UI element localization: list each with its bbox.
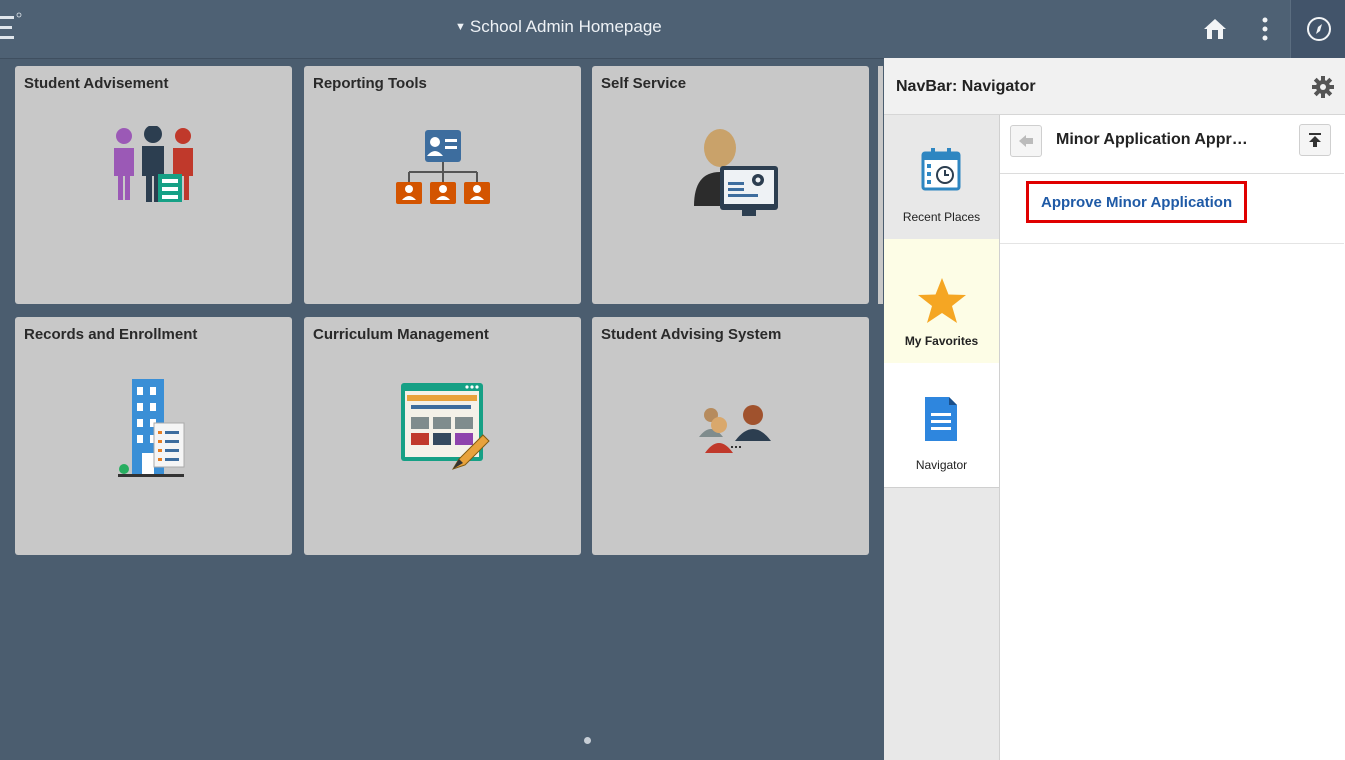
tile-partial-edge bbox=[878, 66, 883, 304]
page-indicator-dot[interactable] bbox=[584, 737, 591, 744]
building-document-icon bbox=[117, 379, 184, 477]
home-button[interactable] bbox=[1195, 0, 1235, 58]
tile-label: Curriculum Management bbox=[313, 326, 489, 343]
actions-menu-button[interactable] bbox=[1250, 0, 1280, 58]
tile-label: Student Advisement bbox=[24, 75, 169, 92]
tile-label: Records and Enrollment bbox=[24, 326, 198, 343]
rail-item-label: Navigator bbox=[915, 458, 968, 472]
tile-self-service[interactable]: Self Service bbox=[592, 66, 869, 304]
caret-down-icon: ▼ bbox=[455, 21, 466, 33]
navigator-content: Minor Application Appr… Approve Minor Ap… bbox=[1000, 115, 1345, 760]
compass-icon bbox=[1306, 17, 1331, 41]
navigator-header: Minor Application Appr… bbox=[1000, 115, 1344, 174]
rail-item-my-favorites[interactable]: My Favorites bbox=[884, 239, 999, 364]
tile-student-advising-system[interactable]: Student Advising System bbox=[592, 317, 869, 555]
navbar-panel: NavBar: Navigator Recent Places My Favor… bbox=[884, 58, 1345, 760]
arrow-left-icon bbox=[1019, 135, 1033, 147]
people-group-icon bbox=[114, 126, 193, 202]
org-chart-icon bbox=[395, 130, 490, 204]
back-to-top-button[interactable] bbox=[1299, 124, 1331, 156]
back-button[interactable] bbox=[1010, 125, 1042, 157]
home-icon bbox=[1204, 19, 1226, 39]
tile-reporting-tools[interactable]: Reporting Tools bbox=[304, 66, 581, 304]
rail-item-label: Recent Places bbox=[902, 210, 981, 224]
tile-curriculum-management[interactable]: Curriculum Management bbox=[304, 317, 581, 555]
person-monitor-icon bbox=[694, 129, 778, 216]
rail-item-label: My Favorites bbox=[904, 334, 979, 348]
page-title[interactable]: ▼ School Admin Homepage bbox=[455, 17, 662, 37]
arrow-top-icon bbox=[1309, 133, 1321, 147]
calendar-clock-icon bbox=[921, 148, 961, 191]
people-connect-icon bbox=[698, 405, 771, 453]
rail-item-navigator[interactable]: Navigator bbox=[884, 363, 999, 488]
page-title-text: School Admin Homepage bbox=[469, 17, 662, 36]
navbar-header: NavBar: Navigator bbox=[884, 58, 1345, 115]
breadcrumb: Minor Application Appr… bbox=[1056, 131, 1248, 148]
top-banner: ▼ School Admin Homepage bbox=[0, 0, 1345, 59]
tile-label: Self Service bbox=[601, 75, 687, 92]
tile-label: Student Advising System bbox=[601, 326, 782, 343]
document-icon bbox=[925, 397, 957, 441]
logo-icon bbox=[0, 12, 22, 39]
navbar-rail: Recent Places My Favorites Navigator bbox=[884, 115, 1000, 760]
list-item: Approve Minor Application bbox=[1000, 173, 1344, 244]
tile-student-advisement[interactable]: Student Advisement bbox=[15, 66, 292, 304]
tile-label: Reporting Tools bbox=[313, 75, 427, 92]
kebab-menu-icon bbox=[1262, 17, 1268, 41]
rail-item-recent-places[interactable]: Recent Places bbox=[884, 115, 999, 240]
navbar-title: NavBar: Navigator bbox=[896, 78, 1036, 95]
tile-records-and-enrollment[interactable]: Records and Enrollment bbox=[15, 317, 292, 555]
gear-icon[interactable] bbox=[1312, 76, 1334, 98]
star-icon bbox=[918, 278, 966, 323]
webpage-pencil-icon bbox=[400, 383, 490, 470]
navbar-button[interactable] bbox=[1290, 0, 1345, 58]
approve-minor-application-link[interactable]: Approve Minor Application bbox=[1026, 181, 1248, 223]
